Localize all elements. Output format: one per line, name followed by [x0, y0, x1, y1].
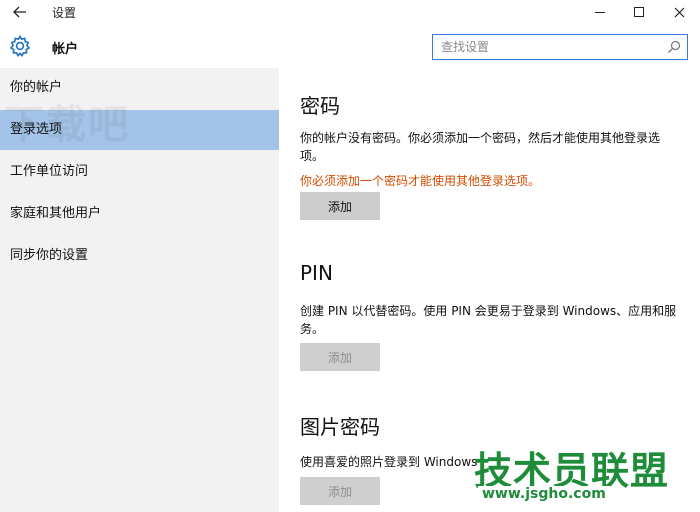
pin-description: 创建 PIN 以代替密码。使用 PIN 会更易于登录到 Windows、应用和服… [300, 304, 677, 336]
page-title: 帐户 [52, 42, 79, 57]
watermark-bottom-url: www.jsgho.com [478, 486, 610, 502]
gear-icon [9, 34, 31, 57]
add-pin-button[interactable]: 添加 [300, 343, 380, 371]
pin-section-title: PIN [300, 261, 333, 285]
maximize-button[interactable] [625, 2, 653, 22]
page-header: 帐户 [0, 24, 700, 68]
watermark-top: 下载吧 [4, 102, 130, 148]
back-button[interactable] [10, 3, 30, 21]
minimize-icon [595, 11, 605, 13]
sidebar-item-sync-settings[interactable]: 同步你的设置 [0, 236, 279, 276]
add-password-button[interactable]: 添加 [300, 192, 380, 220]
picture-password-section-title: 图片密码 [300, 415, 380, 439]
window-title: 设置 [52, 6, 77, 20]
search-input[interactable] [433, 35, 659, 59]
search-box[interactable] [432, 34, 688, 60]
password-description: 你的帐户没有密码。你必须添加一个密码，然后才能使用其他登录选项。 [300, 131, 661, 163]
close-icon [674, 7, 684, 17]
password-warning: 你必须添加一个密码才能使用其他登录选项。 [300, 174, 541, 188]
minimize-button[interactable] [586, 2, 614, 22]
close-button[interactable] [665, 2, 693, 22]
sidebar-item-work-access[interactable]: 工作单位访问 [0, 152, 279, 192]
arrow-left-icon [13, 6, 26, 18]
title-bar: 设置 [0, 0, 700, 24]
password-section-title: 密码 [300, 94, 340, 118]
maximize-icon [634, 7, 644, 17]
sidebar-item-family-users[interactable]: 家庭和其他用户 [0, 194, 279, 234]
search-icon[interactable] [667, 40, 681, 54]
add-picture-password-button[interactable]: 添加 [300, 477, 380, 505]
